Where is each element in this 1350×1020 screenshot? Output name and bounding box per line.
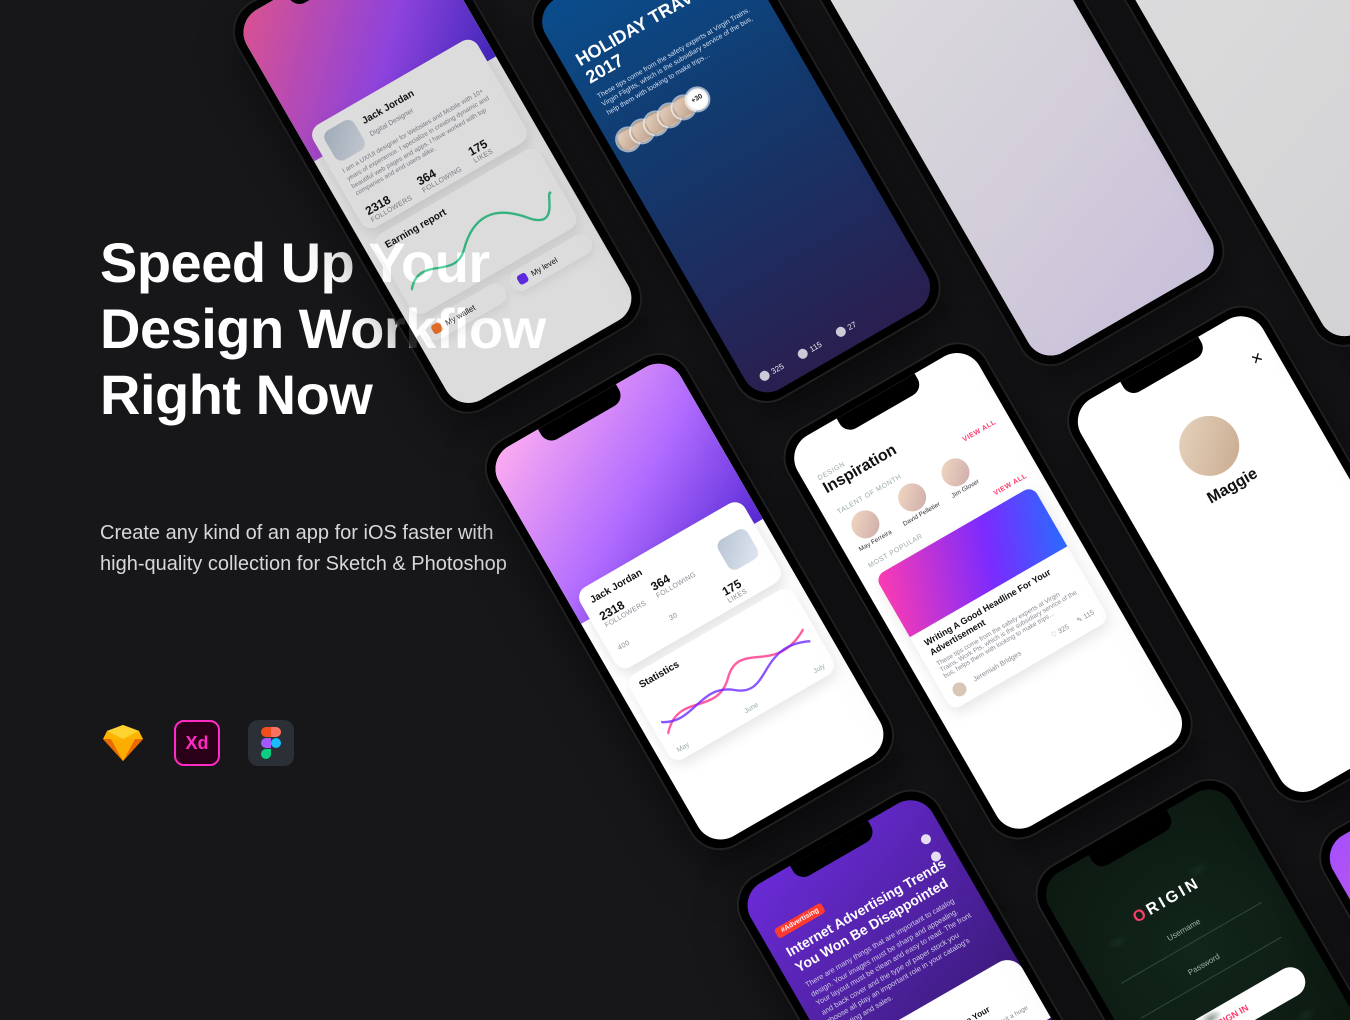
password-field[interactable]: Password [1131,920,1281,1018]
close-icon[interactable]: ✕ [1248,348,1267,369]
sketch-icon [100,720,146,766]
forgot-password-link[interactable]: Forgot your password? [1157,988,1343,1020]
figma-icon [248,720,294,766]
signin-button[interactable]: SIGN IN [1155,962,1310,1020]
username-field[interactable]: Username [1111,886,1261,984]
adobe-xd-icon: Xd [174,720,220,766]
talent-person[interactable]: May Ferreira [843,503,893,553]
talent-person[interactable]: Jim Glover [935,452,980,500]
tool-icons-row: Xd [100,720,660,766]
hero-subhead: Create any kind of an app for iOS faster… [100,518,520,580]
